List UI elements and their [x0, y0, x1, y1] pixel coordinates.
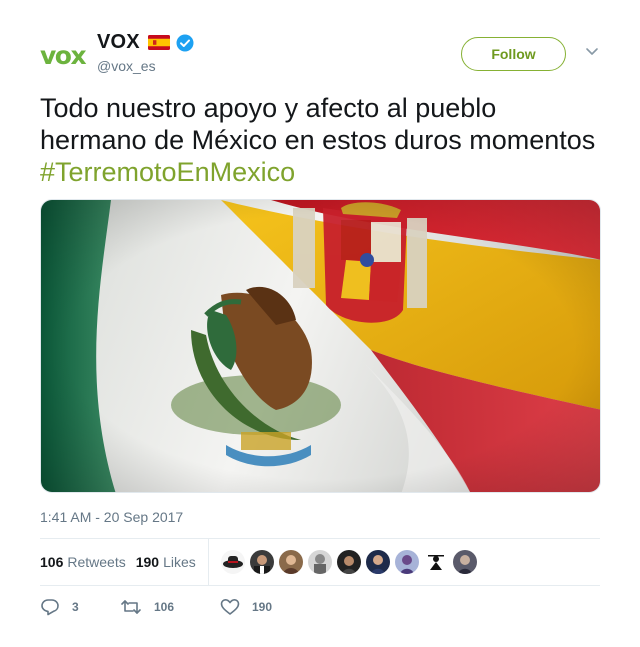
avatar-logo-text: vox: [40, 41, 86, 70]
likes-stat-count: 190: [135, 554, 160, 570]
divider: [40, 585, 600, 586]
verified-badge-icon: [176, 34, 194, 52]
retweet-button[interactable]: 106: [120, 598, 200, 616]
likes-stat[interactable]: 190 Likes: [136, 554, 196, 570]
spain-flag-icon: [147, 35, 170, 50]
liker-avatar[interactable]: [249, 550, 274, 574]
tweet-header: vox VOX @vox_es Follow: [40, 30, 600, 80]
chevron-down-icon[interactable]: [585, 44, 599, 58]
tweet-actions: 3 106 190: [40, 597, 292, 617]
hashtag-link[interactable]: #TerremotoEnMexico: [40, 157, 295, 187]
liker-avatar[interactable]: [336, 550, 361, 574]
likes-stat-label: Likes: [163, 554, 196, 570]
liker-avatar[interactable]: [220, 550, 245, 574]
liker-avatar[interactable]: [278, 550, 303, 574]
liker-avatar[interactable]: [365, 550, 390, 574]
tweet-timestamp[interactable]: 1:41 AM - 20 Sep 2017: [40, 509, 183, 525]
tweet-media-image[interactable]: [40, 199, 601, 493]
stats-separator: [207, 539, 209, 585]
retweets-stat[interactable]: 106 Retweets: [40, 554, 126, 570]
liker-avatar[interactable]: [307, 550, 332, 574]
reply-button[interactable]: 3: [40, 598, 100, 616]
user-handle[interactable]: @vox_es: [97, 58, 156, 74]
heart-icon: [220, 599, 240, 615]
retweets-stat-label: Retweets: [67, 554, 126, 570]
display-name[interactable]: VOX: [97, 31, 140, 54]
reply-icon: [41, 599, 59, 616]
likers-avatars: [220, 550, 482, 574]
tweet-text: Todo nuestro apoyo y afecto al pueblo he…: [40, 92, 600, 188]
liker-avatar[interactable]: [452, 550, 477, 574]
liker-avatar[interactable]: [423, 550, 448, 574]
retweets-stat-count: 106: [40, 554, 64, 570]
like-button[interactable]: 190: [220, 598, 272, 616]
engagement-stats: 106 Retweets 190 Likes: [40, 539, 600, 585]
follow-button[interactable]: Follow: [461, 37, 566, 71]
reply-count: 3: [72, 600, 79, 614]
tweet-body: Todo nuestro apoyo y afecto al pueblo he…: [40, 93, 596, 155]
like-count: 190: [252, 600, 273, 614]
avatar[interactable]: vox: [40, 40, 88, 70]
retweet-count: 106: [154, 600, 175, 614]
liker-avatar[interactable]: [394, 550, 419, 574]
name-row: VOX: [97, 31, 194, 54]
retweet-icon: [121, 600, 141, 614]
